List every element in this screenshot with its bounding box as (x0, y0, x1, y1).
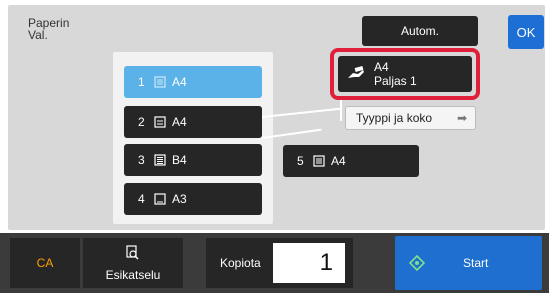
paper-stack-icon (154, 116, 172, 128)
selected-paper-button[interactable]: A4 Paljas 1 (338, 56, 472, 92)
magnifier-document-icon (126, 244, 140, 264)
paper-stack-icon (313, 155, 331, 167)
tray-2-button[interactable]: 2 A4 (124, 106, 262, 138)
auto-button[interactable]: Autom. (362, 16, 478, 46)
copies-label: Kopiota (220, 256, 261, 270)
tray-number: 2 (138, 115, 145, 129)
tray-size: A4 (331, 154, 346, 168)
page-title: Paperin Val. (28, 16, 70, 42)
clear-all-button[interactable]: CA (10, 238, 80, 288)
tray-size: A4 (172, 75, 187, 89)
tray-size: B4 (172, 153, 187, 167)
connector-line (340, 99, 342, 121)
type-and-size-button[interactable]: Tyyppi ja koko ➡ (345, 106, 476, 130)
paper-stack-icon (154, 76, 172, 88)
tray-number: 5 (297, 154, 304, 168)
tray-number: 3 (138, 153, 145, 167)
tray-3-button[interactable]: 3 B4 (124, 144, 262, 176)
copies-input[interactable]: 1 (273, 243, 345, 283)
hand-paper-icon (346, 64, 366, 85)
copies-control: Kopiota 1 (206, 238, 353, 288)
tray-1-button[interactable]: 1 A4 (124, 66, 262, 98)
tray-4-button[interactable]: 4 A3 (124, 183, 262, 215)
preview-label: Esikatselu (105, 267, 161, 282)
selected-paper-size: A4 (374, 60, 389, 74)
tray-5-button[interactable]: 5 A4 (283, 145, 419, 177)
paper-stack-icon (154, 154, 172, 166)
tray-number: 4 (138, 192, 145, 206)
selected-paper-type: Paljas 1 (374, 74, 417, 88)
start-button[interactable]: Start (395, 236, 542, 290)
preview-button[interactable]: Esikatselu (83, 238, 183, 288)
arrow-right-icon: ➡ (456, 111, 467, 125)
paper-tray-empty-icon (154, 193, 172, 205)
ok-button[interactable]: OK (508, 15, 544, 49)
type-and-size-label: Tyyppi ja koko (356, 111, 433, 125)
tray-size: A4 (172, 115, 187, 129)
start-diamond-icon (408, 254, 426, 274)
start-label: Start (463, 256, 489, 270)
tray-number: 1 (138, 75, 145, 89)
tray-size: A3 (172, 192, 187, 206)
